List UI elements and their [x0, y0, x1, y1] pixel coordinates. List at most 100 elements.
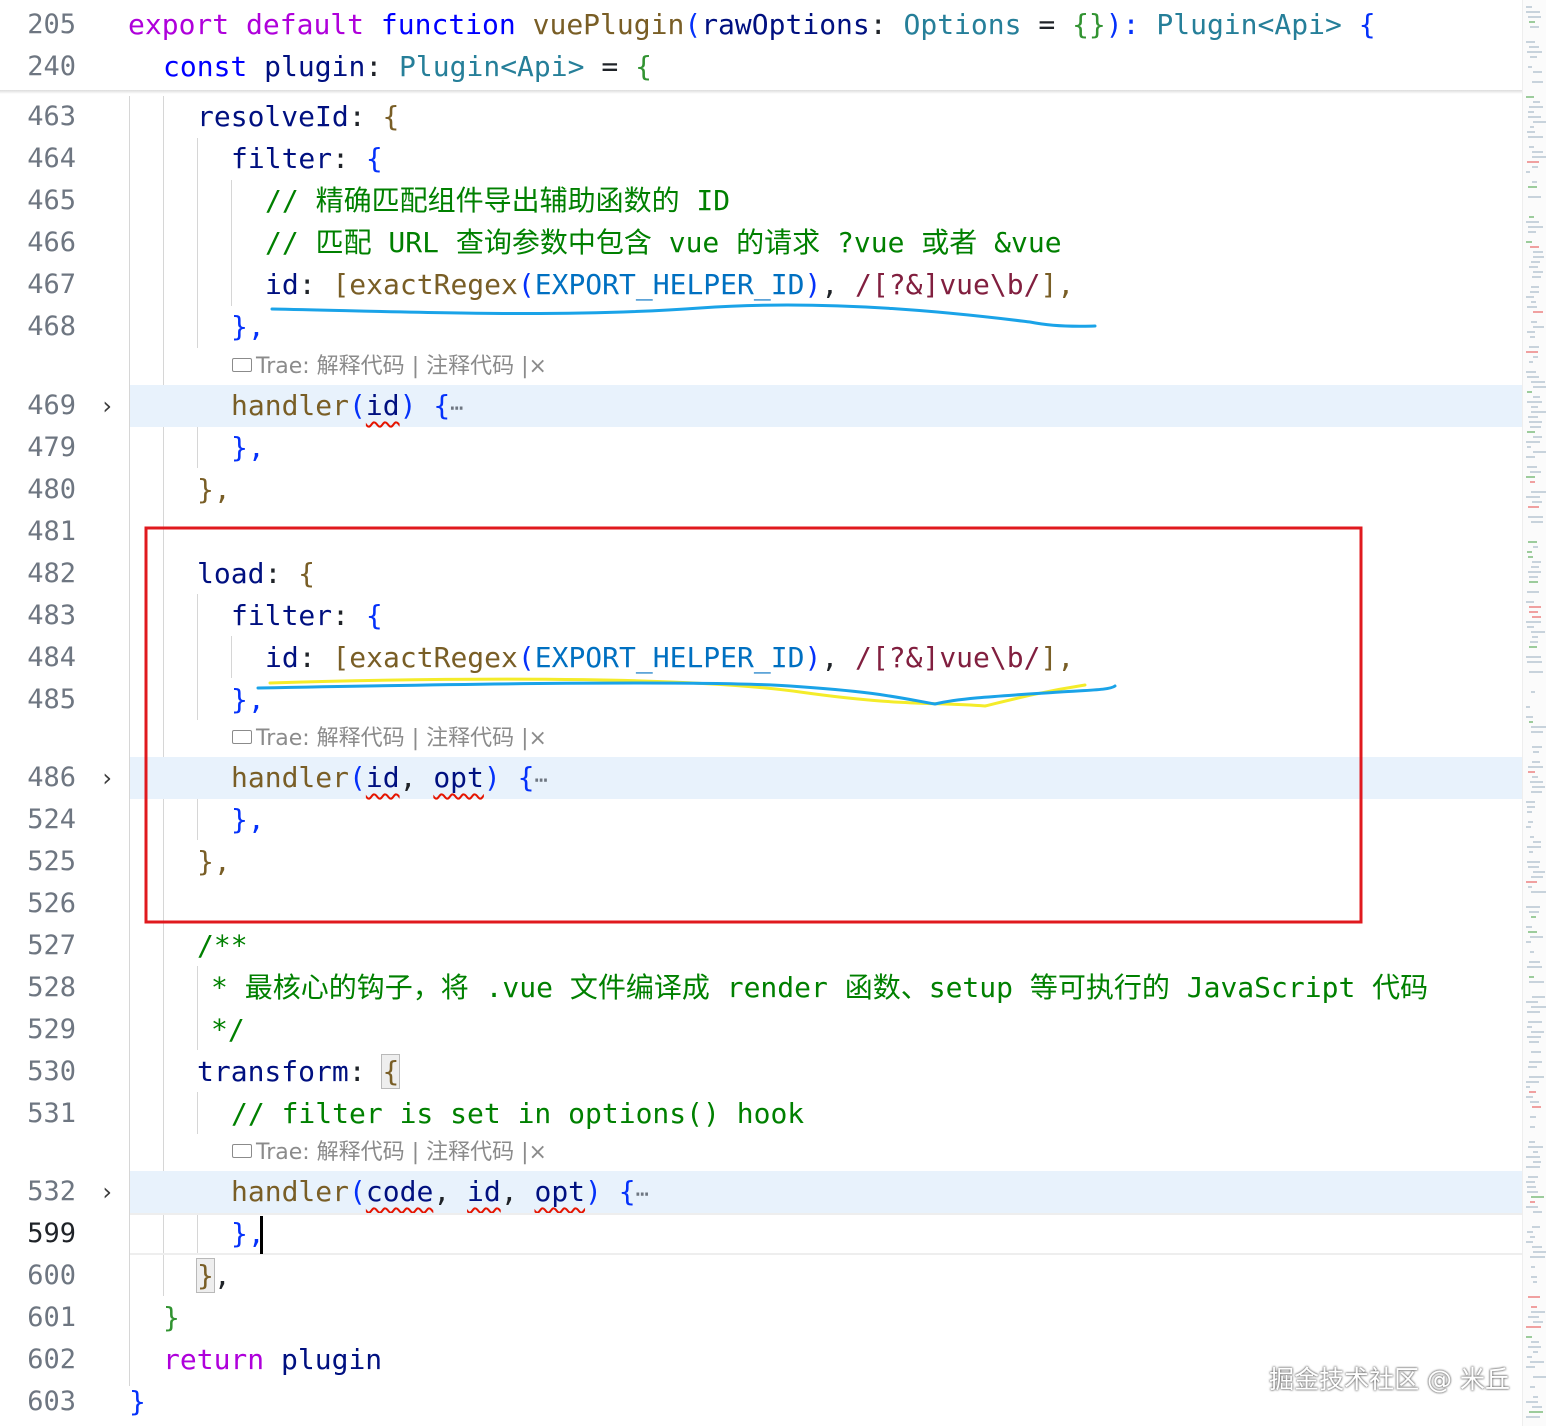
- minimap-line: [1527, 1011, 1540, 1013]
- minimap-line: [1533, 751, 1539, 753]
- minimap-line: [1528, 1346, 1541, 1348]
- minimap-line: [1527, 861, 1540, 863]
- minimap-line: [1527, 391, 1532, 393]
- minimap-line: [1526, 801, 1535, 803]
- minimap-line: [1529, 1076, 1544, 1078]
- minimap-line: [1533, 121, 1546, 123]
- minimap-line: [1526, 1416, 1540, 1418]
- minimap-line: [1531, 731, 1543, 733]
- minimap-line: [1526, 456, 1535, 458]
- minimap-line: [1530, 291, 1539, 293]
- minimap-line: [1530, 126, 1534, 128]
- minimap-line: [1530, 26, 1539, 28]
- minimap-line: [1528, 1176, 1538, 1178]
- minimap-line: [1531, 1006, 1546, 1008]
- minimap-line: [1528, 136, 1543, 138]
- minimap-line: [1526, 221, 1539, 223]
- minimap-line: [1528, 821, 1533, 823]
- minimap-line: [1526, 1001, 1538, 1003]
- minimap-line: [1532, 636, 1538, 638]
- minimap-line: [1531, 1306, 1537, 1308]
- minimap-line: [1533, 311, 1543, 313]
- minimap-line: [1533, 871, 1545, 873]
- minimap-line: [1531, 566, 1539, 568]
- minimap-line: [1529, 611, 1538, 613]
- minimap-line: [1531, 1311, 1545, 1313]
- minimap-line: [1526, 1166, 1540, 1168]
- minimap-line: [1527, 1186, 1536, 1188]
- minimap-line: [1528, 541, 1537, 543]
- minimap-line: [1530, 471, 1541, 473]
- minimap[interactable]: [1522, 0, 1546, 1426]
- minimap-line: [1528, 556, 1533, 558]
- minimap-line: [1531, 1276, 1537, 1278]
- minimap-line: [1529, 961, 1540, 963]
- minimap-line: [1530, 481, 1535, 483]
- minimap-line: [1531, 631, 1545, 633]
- minimap-line: [1526, 11, 1540, 13]
- minimap-line: [1529, 911, 1539, 913]
- minimap-line: [1529, 21, 1535, 23]
- minimap-line: [1527, 401, 1542, 403]
- minimap-line: [1526, 826, 1531, 828]
- minimap-line: [1531, 301, 1536, 303]
- minimap-line: [1526, 1086, 1530, 1088]
- minimap-line: [1532, 276, 1541, 278]
- minimap-line: [1532, 1246, 1542, 1248]
- minimap-line: [1531, 1341, 1539, 1343]
- minimap-line: [1533, 1211, 1542, 1213]
- minimap-line: [1527, 51, 1542, 53]
- minimap-line: [1526, 1366, 1535, 1368]
- minimap-line: [1528, 771, 1535, 773]
- minimap-line: [1528, 1146, 1543, 1148]
- minimap-line: [1531, 726, 1546, 728]
- minimap-line: [1533, 841, 1541, 843]
- minimap-line: [1533, 1376, 1546, 1378]
- minimap-line: [1531, 1196, 1544, 1198]
- minimap-line: [1529, 576, 1538, 578]
- minimap-line: [1526, 926, 1532, 928]
- minimap-line: [1529, 646, 1537, 648]
- minimap-line: [1532, 1406, 1542, 1408]
- minimap-line: [1530, 1201, 1535, 1203]
- minimap-line: [1528, 516, 1543, 518]
- minimap-line: [1526, 1181, 1535, 1183]
- minimap-line: [1533, 1321, 1543, 1323]
- minimap-line: [1529, 46, 1539, 48]
- minimap-line: [1531, 691, 1535, 693]
- minimap-line: [1528, 1296, 1540, 1298]
- minimap-line: [1530, 641, 1538, 643]
- minimap-line: [1529, 976, 1534, 978]
- minimap-line: [1532, 156, 1546, 158]
- minimap-line: [1530, 1256, 1545, 1258]
- minimap-line: [1530, 781, 1543, 783]
- minimap-line: [1533, 256, 1544, 258]
- minimap-line: [1526, 1241, 1533, 1243]
- minimap-line: [1526, 476, 1535, 478]
- minimap-line: [1533, 326, 1544, 328]
- minimap-line: [1526, 621, 1541, 623]
- minimap-line: [1528, 231, 1536, 233]
- minimap-line: [1526, 1156, 1540, 1158]
- minimap-line: [1533, 386, 1546, 388]
- minimap-line: [1531, 381, 1545, 383]
- minimap-line: [1530, 336, 1535, 338]
- minimap-line: [1526, 706, 1530, 708]
- red-highlight-box: [144, 526, 1363, 924]
- minimap-line: [1527, 131, 1535, 133]
- minimap-line: [1526, 371, 1536, 373]
- minimap-line: [1527, 446, 1531, 448]
- minimap-line: [1533, 1351, 1538, 1353]
- minimap-line: [1531, 1266, 1535, 1268]
- blue-underline-resolveid: [270, 303, 1097, 328]
- minimap-line: [1532, 996, 1545, 998]
- minimap-line: [1529, 1141, 1535, 1143]
- minimap-line: [1530, 951, 1534, 953]
- minimap-line: [1533, 251, 1543, 253]
- minimap-line: [1527, 811, 1532, 813]
- blue-underline-load: [256, 681, 1117, 706]
- minimap-line: [1527, 591, 1539, 593]
- minimap-line: [1526, 96, 1534, 98]
- minimap-line: [1533, 1281, 1537, 1283]
- minimap-line: [1529, 981, 1544, 983]
